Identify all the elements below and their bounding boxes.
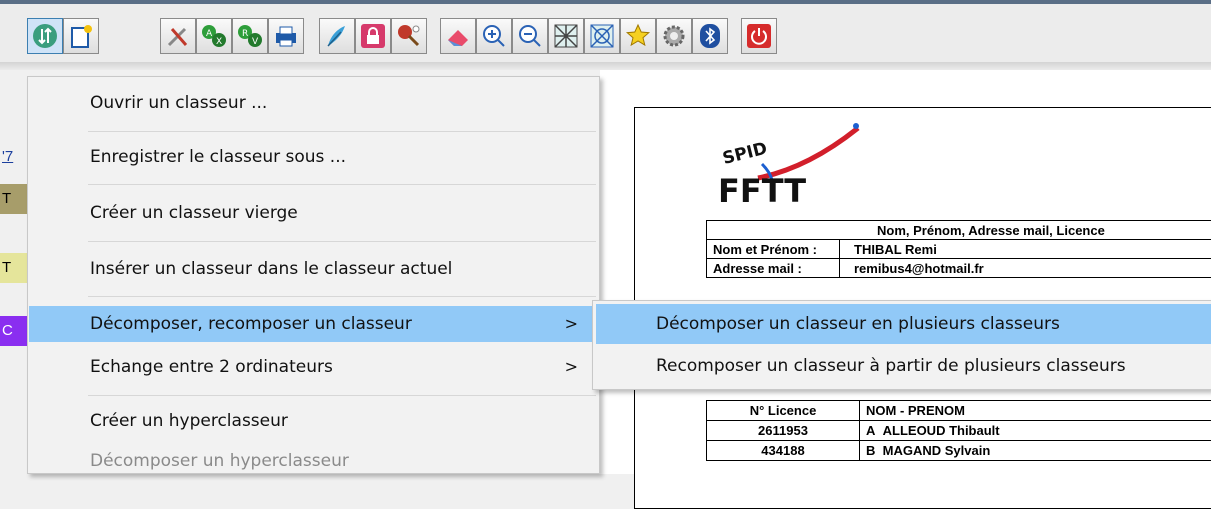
menu-item-open[interactable]: Ouvrir un classeur ... xyxy=(29,85,598,121)
feather-icon xyxy=(323,22,351,50)
submenu-item-recompose[interactable]: Recomposer un classeur à partir de plusi… xyxy=(596,346,1211,386)
menu-item-insert[interactable]: Insérer un classeur dans le classeur act… xyxy=(29,251,598,287)
print-button[interactable] xyxy=(268,18,304,54)
mail-value: remibus4@hotmail.fr xyxy=(840,259,1211,278)
decompose-submenu: Décomposer un classeur en plusieurs clas… xyxy=(592,300,1211,390)
menu-item-label: Insérer un classeur dans le classeur act… xyxy=(90,251,452,287)
licence-table: N° Licence NOM - PRENOM 2611953 A ALLEOU… xyxy=(706,400,1211,461)
col-name: NOM - PRENOM xyxy=(860,401,1211,421)
licence-cell: 2611953 xyxy=(707,421,860,441)
submenu-arrow-icon: > xyxy=(565,306,578,342)
menu-separator xyxy=(88,296,596,297)
submenu-arrow-icon: > xyxy=(565,349,578,385)
submenu-item-label: Décomposer un classeur en plusieurs clas… xyxy=(656,304,1060,344)
gear-button[interactable] xyxy=(656,18,692,54)
tools-icon xyxy=(164,22,192,50)
menu-item-save-as[interactable]: Enregistrer le classeur sous ... xyxy=(29,139,598,175)
name-cell: B MAGAND Sylvain xyxy=(860,441,1211,461)
player-name: MAGAND Sylvain xyxy=(883,443,991,458)
print-icon xyxy=(272,22,300,50)
eraser-icon xyxy=(444,22,472,50)
licence-cell: 434188 xyxy=(707,441,860,461)
grid-cross-button[interactable] xyxy=(548,18,584,54)
svg-text:A: A xyxy=(206,29,213,39)
submenu-item-label: Recomposer un classeur à partir de plusi… xyxy=(656,346,1126,386)
grid-cycle-icon xyxy=(588,22,616,50)
menu-item-new-blank[interactable]: Créer un classeur vierge xyxy=(29,195,598,231)
power-icon xyxy=(745,22,773,50)
row-cell: C xyxy=(0,316,28,346)
new-workbook-button[interactable] xyxy=(63,18,99,54)
fftt-logo: SPID FFTT xyxy=(718,118,878,208)
eraser-button[interactable] xyxy=(440,18,476,54)
gear-icon xyxy=(660,22,688,50)
menu-item-label: Décomposer, recomposer un classeur xyxy=(90,306,412,342)
menu-item-exchange[interactable]: Echange entre 2 ordinateurs > xyxy=(29,349,598,385)
name-label: Nom et Prénom : xyxy=(707,240,840,259)
ping-pong-button[interactable] xyxy=(391,18,427,54)
svg-text:FFTT: FFTT xyxy=(718,172,806,208)
zoom-out-button[interactable] xyxy=(512,18,548,54)
toolbar: AX RV xyxy=(0,0,1211,70)
col-licence: N° Licence xyxy=(707,401,860,421)
row-cell: '7 xyxy=(0,142,28,172)
mail-label: Adresse mail : xyxy=(707,259,840,278)
bluetooth-icon xyxy=(696,22,724,50)
swap-rv-icon: RV xyxy=(236,22,264,50)
info-header: Nom, Prénom, Adresse mail, Licence xyxy=(707,221,1211,240)
zoom-in-icon xyxy=(480,22,508,50)
info-table: Nom, Prénom, Adresse mail, Licence Nom e… xyxy=(706,220,1211,278)
feather-button[interactable] xyxy=(319,18,355,54)
menu-item-label: Echange entre 2 ordinateurs xyxy=(90,349,333,385)
grid-cross-icon xyxy=(552,22,580,50)
tools-button[interactable] xyxy=(160,18,196,54)
menu-item-label: Créer un classeur vierge xyxy=(90,195,298,231)
sort-icon xyxy=(31,22,59,50)
swap-ax-button[interactable]: AX xyxy=(196,18,232,54)
name-value: THIBAL Remi xyxy=(840,240,1211,259)
menu-item-label: Enregistrer le classeur sous ... xyxy=(90,139,346,175)
submenu-item-decompose[interactable]: Décomposer un classeur en plusieurs clas… xyxy=(596,304,1211,344)
row-cell: T xyxy=(0,253,28,283)
table-row: 434188 B MAGAND Sylvain xyxy=(707,441,1211,461)
zoom-in-button[interactable] xyxy=(476,18,512,54)
star-button[interactable] xyxy=(620,18,656,54)
sort-button[interactable] xyxy=(27,18,63,54)
menu-item-label: Ouvrir un classeur ... xyxy=(90,85,267,121)
swap-ax-icon: AX xyxy=(200,22,228,50)
svg-text:V: V xyxy=(252,37,259,47)
sheet-row-strip: '7 T T C xyxy=(0,70,28,474)
bluetooth-button[interactable] xyxy=(692,18,728,54)
star-icon xyxy=(624,22,652,50)
menu-separator xyxy=(88,184,596,185)
menu-separator xyxy=(88,131,596,132)
menu-item-label: Créer un hyperclasseur xyxy=(90,403,288,439)
new-workbook-icon xyxy=(67,22,95,50)
menu-separator xyxy=(88,395,596,396)
svg-text:X: X xyxy=(216,37,222,47)
menu-item-create-hyper[interactable]: Créer un hyperclasseur xyxy=(29,403,598,439)
svg-text:R: R xyxy=(242,29,248,39)
zoom-out-icon xyxy=(516,22,544,50)
lock-button[interactable] xyxy=(355,18,391,54)
player-name: ALLEOUD Thibault xyxy=(883,423,1000,438)
letter: A xyxy=(866,423,875,438)
workbook-menu: Ouvrir un classeur ... Enregistrer le cl… xyxy=(27,76,600,474)
menu-separator xyxy=(88,241,596,242)
swap-rv-button[interactable]: RV xyxy=(232,18,268,54)
row-cell: T xyxy=(0,184,28,214)
letter: B xyxy=(866,443,875,458)
table-row: 2611953 A ALLEOUD Thibault xyxy=(707,421,1211,441)
ping-pong-icon xyxy=(395,22,423,50)
lock-icon xyxy=(359,22,387,50)
power-button[interactable] xyxy=(741,18,777,54)
grid-cycle-button[interactable] xyxy=(584,18,620,54)
menu-item-decompose-recompose[interactable]: Décomposer, recomposer un classeur > xyxy=(29,306,598,342)
name-cell: A ALLEOUD Thibault xyxy=(860,421,1211,441)
